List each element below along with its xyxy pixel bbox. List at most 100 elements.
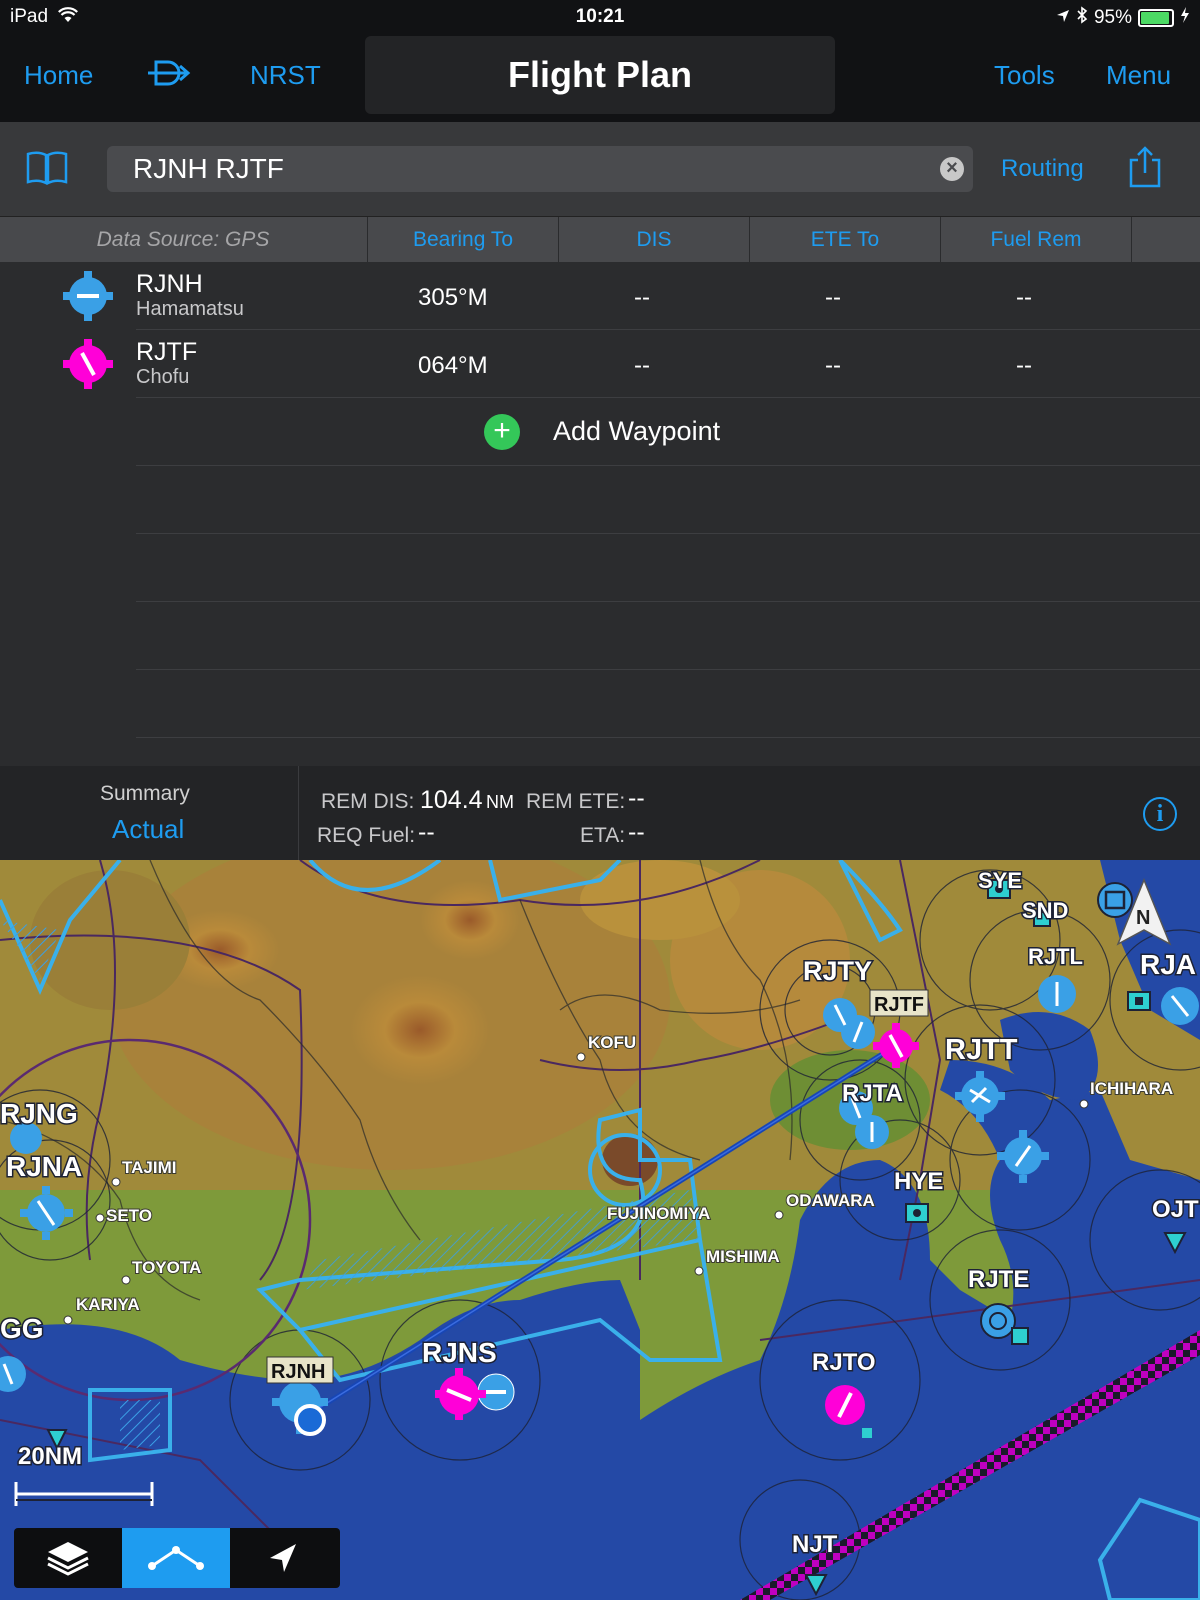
- page-title: Flight Plan: [365, 36, 835, 114]
- location-arrow-icon: [270, 1544, 296, 1572]
- rem-dis-unit: NM: [486, 792, 514, 812]
- map-label-rjtl: RJTL: [1028, 944, 1083, 969]
- battery-percent: 95%: [1093, 7, 1132, 28]
- book-icon[interactable]: [26, 150, 68, 191]
- status-bar: iPad 10:21 95%: [0, 0, 1200, 34]
- summary-bar: Summary Actual REM DIS: 104.4 NM REM ETE…: [0, 766, 1200, 860]
- map-label-odawara: ODAWARA: [786, 1191, 875, 1210]
- route-input[interactable]: [107, 146, 973, 192]
- list-item: [0, 602, 1200, 670]
- map-label-rjna: RJNA: [6, 1151, 82, 1182]
- menu-button[interactable]: Menu: [1106, 60, 1171, 91]
- share-icon[interactable]: [1128, 146, 1162, 193]
- airport-active-icon: [62, 338, 114, 395]
- column-dis[interactable]: DIS: [558, 217, 749, 263]
- map-label-rja: RJA: [1140, 949, 1196, 980]
- map-label-rjng: RJNG: [0, 1098, 78, 1129]
- layers-button[interactable]: [14, 1528, 122, 1588]
- waypoint-list: RJNH Hamamatsu 305°M -- -- -- RJTF Chofu…: [0, 262, 1200, 766]
- rja-navaid-icon[interactable]: [1127, 991, 1151, 1011]
- waypoint-name: Chofu: [136, 366, 190, 388]
- rem-dis-label: REM DIS:: [321, 790, 415, 813]
- clock: 10:21: [575, 6, 625, 27]
- nav-bar: Home NRST Flight Plan Tools Menu: [0, 34, 1200, 122]
- rja-airport-icon[interactable]: [1161, 987, 1199, 1025]
- eta-value: --: [628, 818, 645, 846]
- route-toolbar: × Routing: [0, 122, 1200, 216]
- hoar-airport-icon[interactable]: [1097, 882, 1133, 918]
- bearing-value: 064°M: [418, 352, 488, 379]
- dis-value: --: [634, 352, 650, 379]
- rem-dis-value: 104.4: [420, 786, 483, 814]
- add-waypoint-label: Add Waypoint: [553, 416, 721, 446]
- waypoint-ident: RJNH: [136, 270, 203, 298]
- map-label-gg: GG: [0, 1313, 44, 1344]
- svg-text:N: N: [1136, 907, 1150, 929]
- ete-value: --: [825, 352, 841, 379]
- airport-towered-icon: [62, 270, 114, 327]
- map-label-toyota: TOYOTA: [132, 1258, 201, 1277]
- map-label-rjty: RJTY: [803, 956, 872, 986]
- fuel-value: --: [1016, 284, 1032, 311]
- table-row[interactable]: RJTF Chofu 064°M -- -- --: [0, 330, 1200, 398]
- hye-navaid-icon[interactable]: [905, 1203, 929, 1223]
- map-button-bar: [14, 1528, 340, 1588]
- map-label-njt: NJT: [792, 1531, 838, 1558]
- rjtl-airport-icon[interactable]: [1038, 975, 1076, 1013]
- add-icon: +: [484, 414, 520, 450]
- dis-value: --: [634, 284, 650, 311]
- direct-to-button[interactable]: [148, 58, 194, 95]
- map-label-ojt: OJT: [1152, 1196, 1199, 1223]
- column-ete[interactable]: ETE To: [749, 217, 940, 263]
- map-label-hye: HYE: [894, 1168, 943, 1195]
- map-label-rjto: RJTO: [812, 1349, 876, 1376]
- nrst-button[interactable]: NRST: [250, 60, 321, 91]
- map-label-rjtf: RJTF: [874, 994, 924, 1016]
- bearing-value: 305°M: [418, 284, 488, 311]
- req-fuel-value: --: [418, 818, 435, 846]
- clear-icon[interactable]: ×: [940, 157, 964, 181]
- list-item: [0, 534, 1200, 602]
- waypoint-name: Hamamatsu: [136, 298, 244, 320]
- moving-map[interactable]: SYE SND RJTL RJA RJTY RJTF RJTT KOFU RJT…: [0, 860, 1200, 1600]
- data-source-label[interactable]: Data Source: GPS: [0, 217, 366, 263]
- map-label-ichihara: ICHIHARA: [1090, 1079, 1173, 1098]
- list-item: [0, 466, 1200, 534]
- map-label-snd: SND: [1022, 898, 1068, 923]
- map-label-kofu: KOFU: [588, 1033, 636, 1052]
- battery-icon: [1138, 9, 1174, 27]
- map-label-rjns: RJNS: [422, 1337, 497, 1368]
- fuel-value: --: [1016, 352, 1032, 379]
- add-waypoint-row[interactable]: + Add Waypoint: [0, 398, 1200, 466]
- map-label-kariya: KARIYA: [76, 1295, 140, 1314]
- map-label-fujinomiya: FUJINOMIYA: [607, 1204, 710, 1223]
- routing-button[interactable]: Routing: [1001, 155, 1084, 183]
- ownship-icon: [294, 1404, 326, 1436]
- route-icon: [148, 1546, 204, 1570]
- column-fuel[interactable]: Fuel Rem: [940, 217, 1131, 263]
- rem-ete-label: REM ETE:: [526, 790, 626, 813]
- home-button[interactable]: Home: [24, 60, 93, 91]
- map-label-seto: SETO: [106, 1206, 152, 1225]
- table-row[interactable]: RJNH Hamamatsu 305°M -- -- --: [0, 262, 1200, 330]
- summary-mode-toggle[interactable]: Actual: [112, 814, 184, 845]
- summary-title: Summary: [100, 782, 190, 805]
- map-label-sye: SYE: [978, 868, 1022, 893]
- rem-ete-value: --: [628, 784, 645, 812]
- map-label-rjte: RJTE: [968, 1266, 1029, 1293]
- req-fuel-label: REQ Fuel:: [317, 824, 416, 847]
- column-bearing[interactable]: Bearing To: [367, 217, 558, 263]
- route-toggle-button[interactable]: [122, 1528, 230, 1588]
- map-label-mishima: MISHIMA: [706, 1247, 780, 1266]
- column-extra: [1131, 217, 1200, 263]
- ete-value: --: [825, 284, 841, 311]
- info-icon[interactable]: i: [1143, 797, 1177, 831]
- tools-button[interactable]: Tools: [994, 60, 1055, 91]
- charging-icon: [1180, 7, 1190, 29]
- table-header: Data Source: GPS Bearing To DIS ETE To F…: [0, 216, 1200, 264]
- map-label-rjnh: RJNH: [271, 1361, 325, 1383]
- layers-icon: [47, 1542, 89, 1576]
- list-item: [0, 670, 1200, 738]
- map-label-tajimi: TAJIMI: [122, 1158, 176, 1177]
- track-up-button[interactable]: [230, 1528, 338, 1588]
